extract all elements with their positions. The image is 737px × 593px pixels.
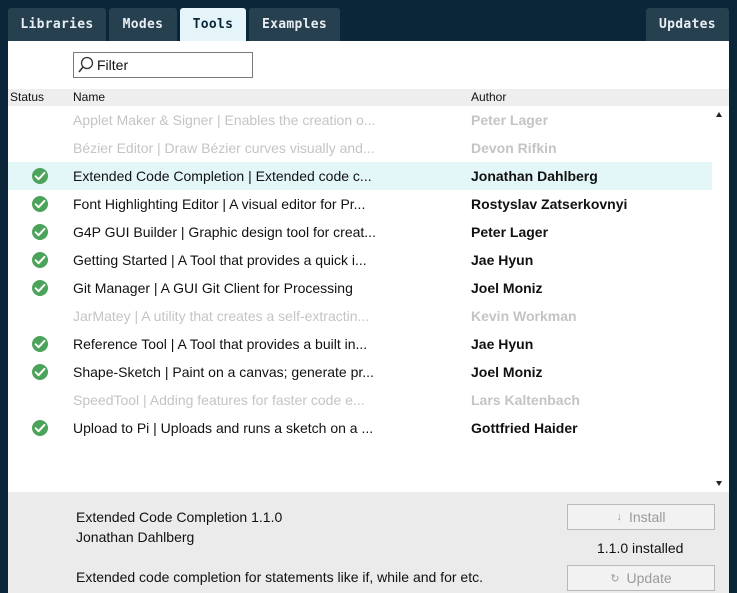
installed-check-icon <box>32 280 48 296</box>
detail-author: Jonathan Dahlberg <box>76 529 195 545</box>
tab-examples[interactable]: Examples <box>249 8 340 41</box>
tool-name: Reference Tool | A Tool that provides a … <box>73 336 368 352</box>
tab-updates[interactable]: Updates <box>646 8 729 41</box>
list-item[interactable]: Extended Code Completion | Extended code… <box>8 162 712 190</box>
tool-author: Gottfried Haider <box>471 420 578 436</box>
contribution-manager-panel: Status Name Author Applet Maker & Signer… <box>8 41 729 593</box>
list-item[interactable]: G4P GUI Builder | Graphic design tool fo… <box>8 218 712 246</box>
tab-bar: Libraries Modes Tools Examples Updates <box>0 0 737 41</box>
tool-name: JarMatey | A utility that creates a self… <box>73 308 370 324</box>
tool-name: Git Manager | A GUI Git Client for Proce… <box>73 280 353 296</box>
list-item[interactable]: Getting Started | A Tool that provides a… <box>8 246 712 274</box>
tool-author: Jae Hyun <box>471 336 534 352</box>
tool-author: Joel Moniz <box>471 280 543 296</box>
installed-check-icon <box>32 420 48 436</box>
tool-author: Kevin Workman <box>471 308 577 324</box>
list-item[interactable]: Bézier Editor | Draw Bézier curves visua… <box>8 134 712 162</box>
list-item[interactable]: JarMatey | A utility that creates a self… <box>8 302 712 330</box>
tool-name: Shape-Sketch | Paint on a canvas; genera… <box>73 364 374 380</box>
column-header: Status Name Author <box>8 89 729 106</box>
detail-panel: Extended Code Completion 1.1.0 Jonathan … <box>8 492 729 593</box>
tool-name: Getting Started | A Tool that provides a… <box>73 252 367 268</box>
tool-name: Extended Code Completion | Extended code… <box>73 168 372 184</box>
tool-author: Lars Kaltenbach <box>471 392 580 408</box>
installed-check-icon <box>32 252 48 268</box>
list-item[interactable]: Reference Tool | A Tool that provides a … <box>8 330 712 358</box>
tool-author: Peter Lager <box>471 224 549 240</box>
download-icon: ↓ <box>616 511 622 523</box>
column-author[interactable]: Author <box>471 90 506 104</box>
installed-check-icon <box>32 196 48 212</box>
update-label: Update <box>626 570 672 586</box>
list-item[interactable]: Applet Maker & Signer | Enables the crea… <box>8 106 712 134</box>
tool-name: Font Highlighting Editor | A visual edit… <box>73 196 366 212</box>
installed-check-icon <box>32 168 48 184</box>
tab-libraries[interactable]: Libraries <box>8 8 106 41</box>
installed-check-icon <box>32 224 48 240</box>
tool-author: Rostyslav Zatserkovnyi <box>471 196 628 212</box>
update-button[interactable]: ↻ Update <box>567 565 715 591</box>
list-item[interactable]: SpeedTool | Adding features for faster c… <box>8 386 712 414</box>
tool-author: Devon Rifkin <box>471 140 557 156</box>
tool-author: Peter Lager <box>471 112 549 128</box>
detail-description: Extended code completion for statements … <box>76 569 483 585</box>
install-button[interactable]: ↓ Install <box>567 504 715 530</box>
tool-name: SpeedTool | Adding features for faster c… <box>73 392 365 408</box>
tool-name: G4P GUI Builder | Graphic design tool fo… <box>73 224 376 240</box>
filter-field[interactable] <box>73 52 253 78</box>
column-name[interactable]: Name <box>73 90 105 104</box>
tab-modes[interactable]: Modes <box>109 8 177 41</box>
tool-name: Applet Maker & Signer | Enables the crea… <box>73 112 376 128</box>
scroll-down-icon[interactable] <box>716 481 722 486</box>
list-item[interactable]: Upload to Pi | Uploads and runs a sketch… <box>8 414 712 442</box>
list-scrollbar[interactable] <box>712 106 729 492</box>
tool-name: Bézier Editor | Draw Bézier curves visua… <box>73 140 375 156</box>
refresh-icon: ↻ <box>610 572 620 585</box>
tool-name: Upload to Pi | Uploads and runs a sketch… <box>73 420 374 436</box>
tool-author: Jae Hyun <box>471 252 534 268</box>
installed-check-icon <box>32 364 48 380</box>
detail-title: Extended Code Completion 1.1.0 <box>76 509 283 525</box>
tool-author: Joel Moniz <box>471 364 543 380</box>
filter-input[interactable] <box>97 57 247 73</box>
column-status[interactable]: Status <box>10 90 44 104</box>
installed-version: 1.1.0 installed <box>597 540 684 556</box>
install-label: Install <box>628 509 666 525</box>
scroll-up-icon[interactable] <box>716 112 722 117</box>
search-icon <box>78 56 94 73</box>
list-item[interactable]: Shape-Sketch | Paint on a canvas; genera… <box>8 358 712 386</box>
list-item[interactable]: Git Manager | A GUI Git Client for Proce… <box>8 274 712 302</box>
list-item[interactable]: Font Highlighting Editor | A visual edit… <box>8 190 712 218</box>
tool-list: Applet Maker & Signer | Enables the crea… <box>8 106 712 492</box>
tab-tools[interactable]: Tools <box>180 8 246 41</box>
installed-check-icon <box>32 336 48 352</box>
tool-author: Jonathan Dahlberg <box>471 168 598 184</box>
